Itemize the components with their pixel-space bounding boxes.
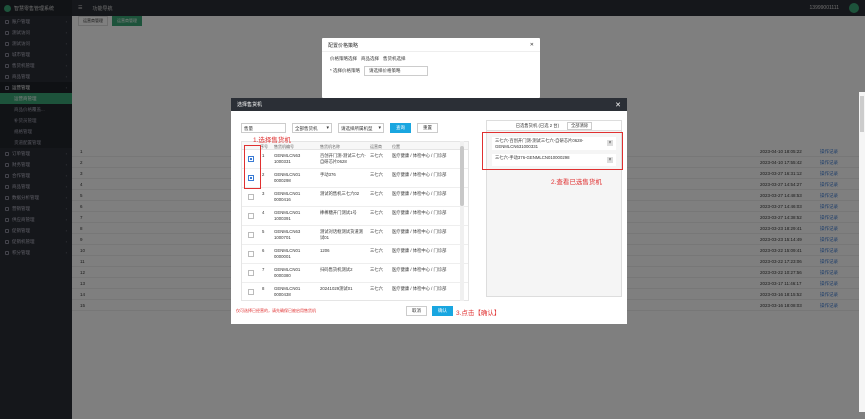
cancel-button[interactable]: 取消: [406, 306, 427, 316]
dialog-title: 选择售货机: [237, 102, 263, 108]
modal-title: 配置价格策略: [328, 43, 359, 49]
row-operator: 三七六: [370, 172, 383, 177]
hint-text: 仅可选择已经营的，请先确保已被启用售货机: [236, 308, 316, 313]
annotation-step2: 2.查看已选售货机: [551, 179, 602, 186]
selected-title: 已选售货机 (已选 2 台): [515, 122, 560, 128]
row-checkbox[interactable]: [248, 194, 254, 200]
row-checkbox[interactable]: [248, 270, 254, 276]
row-location: 医疗健康 / 体检中心 / 门诊部: [392, 267, 447, 272]
table-row[interactable]: 3 GENMLCN01 0000416 测试的售机三七六02 三七六 医疗健康 …: [242, 188, 468, 207]
search-button[interactable]: 查询: [390, 123, 411, 133]
row-code: GENMLCN63 1000331: [274, 153, 301, 164]
row-location: 医疗健康 / 体检中心 / 门诊部: [392, 172, 447, 177]
confirm-button[interactable]: 确认: [432, 306, 453, 316]
radio-goods[interactable]: 商品选择: [361, 56, 379, 62]
row-no: 3: [262, 191, 265, 196]
row-operator: 三七六: [370, 248, 383, 253]
dialog-footer: 取消 确认: [406, 306, 453, 316]
price-strategy-modal: 配置价格策略 ✕ 价格策略选择 商品选择 售货机选择 * 选择价格策略 请选择价…: [322, 38, 540, 98]
row-code: GENMLCN01 0000298: [274, 172, 301, 183]
row-code: GENMLCN63 1000701: [274, 229, 301, 240]
annotation-step3: 3.点击【确认】: [456, 310, 501, 317]
row-location: 医疗健康 / 体检中心 / 门诊部: [392, 153, 447, 158]
row-no: 7: [262, 267, 265, 272]
table-row[interactable]: 5 GENMLCN63 1000701 测试对话框测试货道测试01 三七六 医疗…: [242, 226, 468, 245]
strategy-select[interactable]: 请选择价格策略: [364, 66, 429, 76]
row-location: 医疗健康 / 体检中心 / 门诊部: [392, 229, 447, 234]
row-checkbox[interactable]: [248, 213, 254, 219]
row-name: 百创开门测-测试三七六-自研芯片0628: [320, 153, 366, 164]
row-code: GENMLCN01 0000416: [274, 191, 301, 202]
page-scrollbar[interactable]: [859, 92, 865, 412]
select-machine-dialog: 选择售货机 ✕ 售量 全部售货机 请选择所属机型 查询 重置 序号 售货机编号 …: [231, 98, 627, 324]
row-operator: 三七六: [370, 153, 383, 158]
row-code: GENMLCN01 0000380: [274, 267, 301, 278]
row-no: 8: [262, 286, 265, 291]
row-name: 手动376: [320, 172, 336, 177]
type-select[interactable]: 请选择所属机型: [338, 123, 384, 133]
row-location: 医疗健康 / 体检中心 / 门诊部: [392, 210, 447, 215]
row-name: 棒棒糖开门测试1号: [320, 210, 357, 215]
row-no: 6: [262, 248, 265, 253]
table-row[interactable]: 6 GENMLCN01 0000001 1206 三七六 医疗健康 / 体检中心…: [242, 245, 468, 264]
row-operator: 三七六: [370, 191, 383, 196]
row-operator: 三七六: [370, 286, 383, 291]
row-name: 扫码售货机测试2: [320, 267, 353, 272]
radio-strategy[interactable]: 价格策略选择: [330, 56, 357, 62]
row-code: GENMLCN01 1000391: [274, 210, 301, 221]
table-row[interactable]: 2 GENMLCN01 0000298 手动376 三七六 医疗健康 / 体检中…: [242, 169, 468, 188]
strategy-label: * 选择价格策略: [330, 68, 361, 73]
row-code: GENMLCN01 0000001: [274, 248, 301, 259]
radio-machine[interactable]: 售货机选择: [383, 56, 406, 62]
row-name: 测试的售机三七六02: [320, 191, 360, 196]
reset-button[interactable]: 重置: [417, 123, 438, 133]
row-no: 4: [262, 210, 265, 215]
table-row[interactable]: 8 GENMLCN01 0000438 20241029测试01 三七六 医疗健…: [242, 283, 468, 300]
row-operator: 三七六: [370, 229, 383, 234]
table-scrollbar[interactable]: [460, 141, 464, 301]
search-input[interactable]: 售量: [241, 123, 286, 133]
row-checkbox[interactable]: [248, 289, 254, 295]
close-icon[interactable]: ✕: [615, 101, 621, 109]
machine-table: 序号 售货机编号 售货机名称 运营商 位置 1 GENMLCN63 100033…: [241, 141, 469, 301]
row-name: 20241029测试01: [320, 286, 353, 291]
row-name: 1206: [320, 248, 330, 253]
row-no: 5: [262, 229, 265, 234]
row-checkbox[interactable]: [248, 232, 254, 238]
clear-all-button[interactable]: 全部清除: [567, 121, 593, 130]
table-row[interactable]: 4 GENMLCN01 1000391 棒棒糖开门测试1号 三七六 医疗健康 /…: [242, 207, 468, 226]
row-operator: 三七六: [370, 267, 383, 272]
filter-bar: 售量 全部售货机 请选择所属机型 查询 重置: [241, 123, 438, 133]
row-location: 医疗健康 / 体检中心 / 门诊部: [392, 191, 447, 196]
close-icon[interactable]: ✕: [530, 42, 534, 48]
row-location: 医疗健康 / 体检中心 / 门诊部: [392, 248, 447, 253]
table-row[interactable]: 7 GENMLCN01 0000380 扫码售货机测试2 三七六 医疗健康 / …: [242, 264, 468, 283]
annotation-step1: 1.选择售货机: [253, 137, 291, 144]
row-location: 医疗健康 / 体检中心 / 门诊部: [392, 286, 447, 291]
row-name: 测试对话框测试货道测试01: [320, 229, 363, 240]
region-select[interactable]: 全部售货机: [292, 123, 332, 133]
table-row[interactable]: 1 GENMLCN63 1000331 百创开门测-测试三七六-自研芯片0628…: [242, 150, 468, 169]
row-operator: 三七六: [370, 210, 383, 215]
annotation-box-selected: [482, 132, 623, 170]
row-no: 1: [262, 153, 265, 158]
row-no: 2: [262, 172, 265, 177]
row-code: GENMLCN01 0000438: [274, 286, 301, 297]
annotation-box-checkboxes: [244, 145, 261, 189]
row-checkbox[interactable]: [248, 251, 254, 257]
